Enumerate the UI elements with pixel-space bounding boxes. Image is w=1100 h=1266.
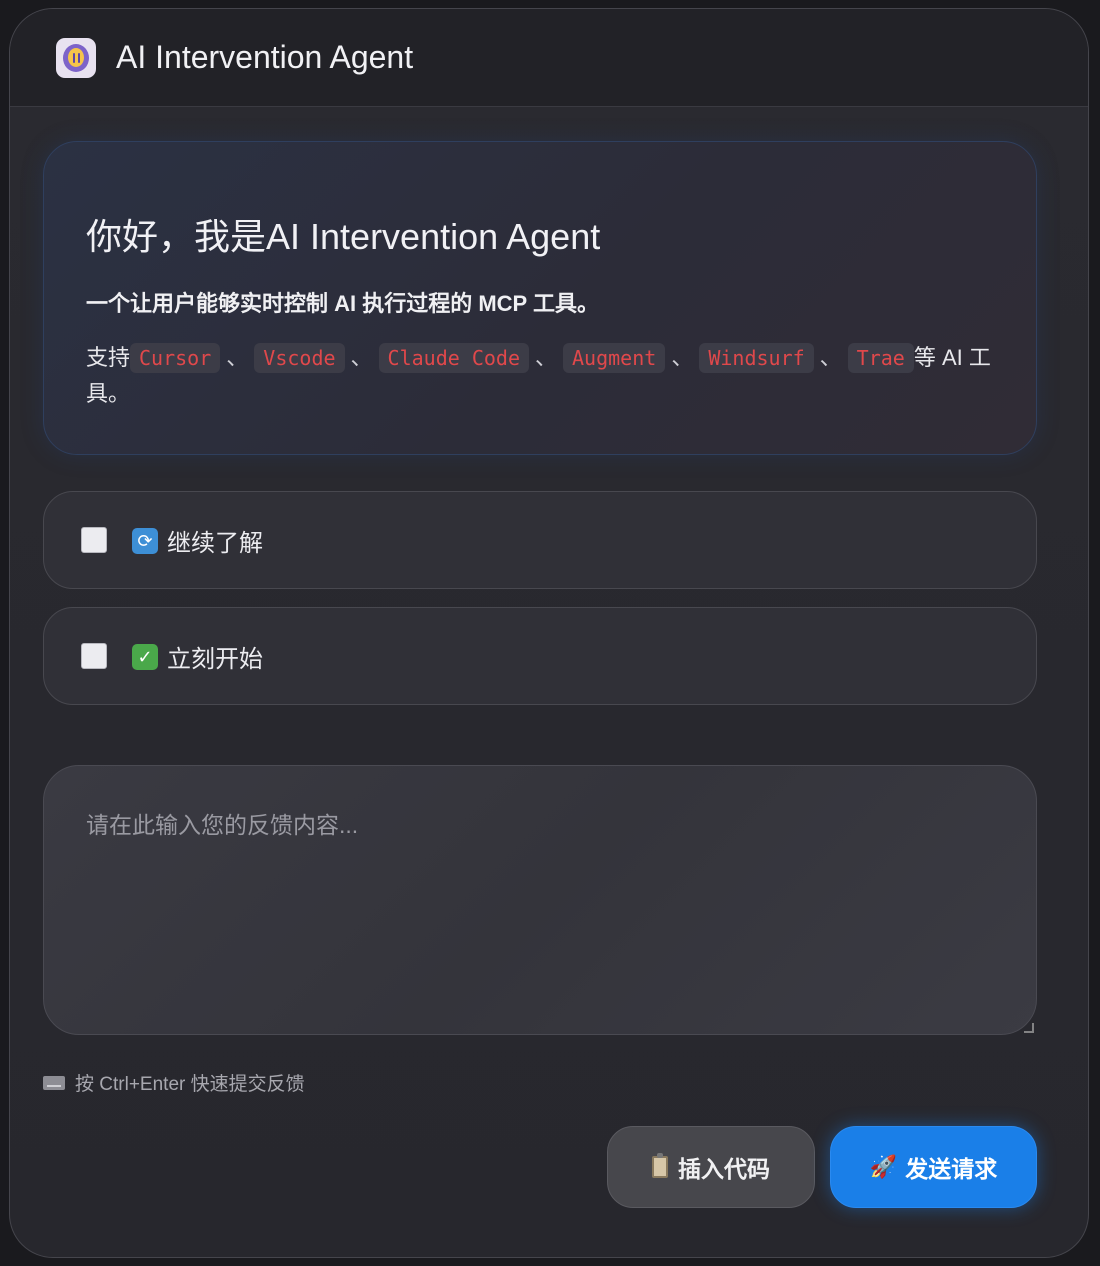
option-label: 立刻开始 [167,645,263,673]
tool-tag-claude-code: Claude Code [378,343,529,373]
cycle-arrows-icon: ⟳ [131,527,159,554]
welcome-heading: 你好，我是AI Intervention Agent [86,216,601,257]
tool-tag-augment: Augment [563,343,666,373]
send-request-label: 发送请求 [905,1156,998,1182]
welcome-subtitle: 一个让用户能够实时控制 AI 执行过程的 MCP 工具。 [86,291,599,316]
separator: 、 [819,345,842,370]
insert-code-button[interactable]: 插入代码 [607,1126,815,1208]
separator: 、 [535,345,558,370]
option-start-now[interactable]: ✓ 立刻开始 [43,607,1037,705]
separator: 、 [226,345,249,370]
option-continue-learning[interactable]: ⟳ 继续了解 [43,491,1037,589]
shortcut-hint: 按 Ctrl+Enter 快速提交反馈 [43,1069,305,1096]
keyboard-icon [43,1075,65,1090]
app-logo-icon [56,37,96,78]
separator: 、 [671,345,694,370]
option-checkbox[interactable] [81,527,107,553]
app-title: AI Intervention Agent [116,39,414,75]
tool-tag-vscode: Vscode [254,343,345,373]
shortcut-hint-text: 按 Ctrl+Enter 快速提交反馈 [75,1074,305,1095]
resize-handle-icon[interactable] [1024,1023,1034,1033]
tool-tag-trae: Trae [847,343,914,373]
welcome-card: 你好，我是AI Intervention Agent 一个让用户能够实时控制 A… [43,141,1037,455]
tool-tag-windsurf: Windsurf [699,343,814,373]
check-mark-icon: ✓ [131,643,159,670]
support-prefix: 支持 [86,345,131,370]
tool-tag-cursor: Cursor [130,343,221,373]
option-checkbox[interactable] [81,643,107,669]
clipboard-icon [652,1153,668,1178]
option-label: 继续了解 [167,529,263,557]
supported-tools-text: 支持 Cursor、 Vscode、 Claude Code、 Augment、 Wind… [86,340,994,412]
title-bar: AI Intervention Agent [10,9,1088,107]
insert-code-label: 插入代码 [678,1156,770,1182]
separator: 、 [350,345,373,370]
feedback-input[interactable] [43,765,1037,1035]
send-request-button[interactable]: 🚀 发送请求 [830,1126,1037,1208]
rocket-icon: 🚀 [869,1154,898,1179]
